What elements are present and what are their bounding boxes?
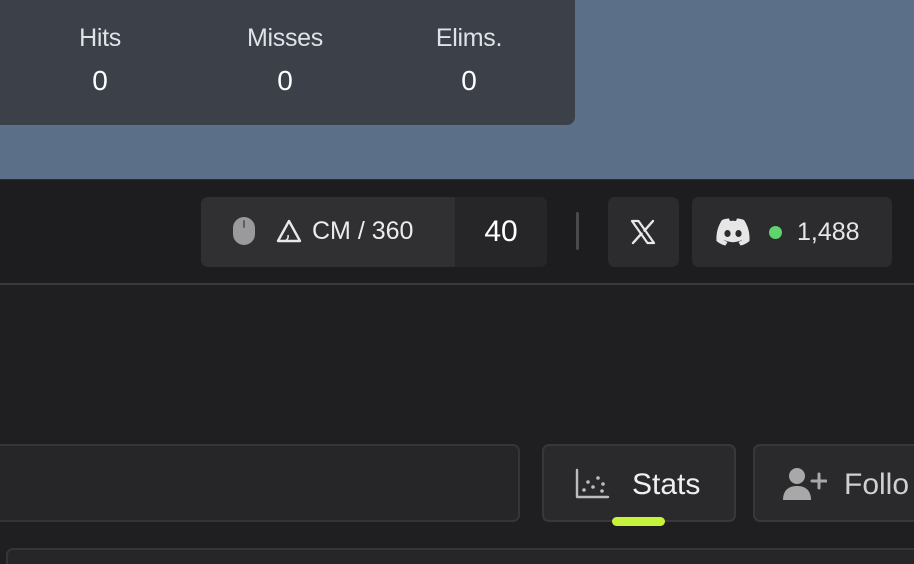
discord-icon [716, 218, 750, 246]
stat-misses: Misses 0 [220, 24, 350, 97]
sensitivity-control[interactable]: CM / 360 40 [201, 197, 547, 267]
stat-misses-value: 0 [277, 65, 293, 96]
discord-link-button[interactable]: 1,488 [692, 197, 892, 267]
search-input[interactable] [0, 444, 520, 522]
x-logo-icon [630, 219, 656, 245]
stat-elims-value: 0 [461, 65, 477, 96]
tab-stats-label: Stats [632, 468, 701, 501]
discord-online-count: 1,488 [797, 218, 860, 246]
triangle-icon [276, 219, 302, 243]
stat-misses-label: Misses [247, 24, 323, 52]
tab-stats[interactable]: Stats [542, 444, 736, 522]
tab-follow-label: Follo [844, 468, 910, 501]
add-user-icon [783, 468, 827, 500]
toolbar-divider [576, 212, 579, 250]
sensitivity-unit: CM / 360 [312, 217, 414, 245]
scatter-chart-icon [575, 468, 610, 499]
sensitivity-value-input[interactable]: 40 [455, 197, 547, 267]
stat-hits: Hits 0 [35, 24, 165, 97]
mouse-icon [233, 217, 255, 245]
stat-hits-value: 0 [92, 65, 108, 96]
sensitivity-label-area: CM / 360 [201, 197, 455, 267]
stat-elims-label: Elims. [435, 24, 503, 52]
stat-elims: Elims. 0 [404, 24, 534, 97]
stats-panel: Hits 0 Misses 0 Elims. 0 [0, 0, 575, 125]
content-panel [6, 548, 914, 564]
stat-hits-label: Hits [79, 24, 121, 52]
active-tab-indicator [612, 517, 665, 526]
x-link-button[interactable] [608, 197, 679, 267]
online-status-dot [769, 226, 782, 239]
tab-follow[interactable]: Follo [753, 444, 914, 522]
